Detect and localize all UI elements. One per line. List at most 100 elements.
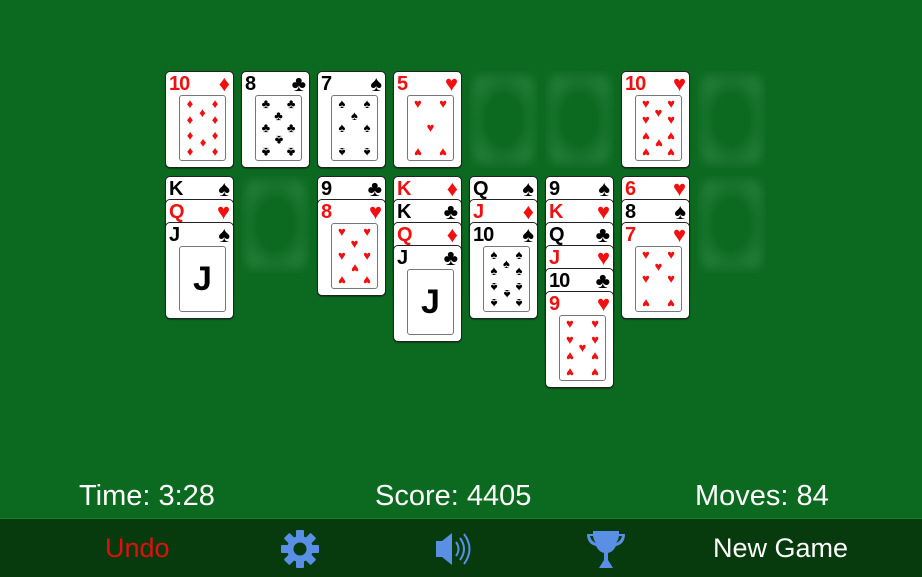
spade-pip-icon: ♠ bbox=[338, 145, 346, 161]
card-rank: Q bbox=[169, 201, 185, 223]
spade-icon: ♠ bbox=[522, 176, 534, 201]
heart-pip-icon: ♥ bbox=[439, 145, 447, 161]
card-rank: J bbox=[397, 247, 408, 269]
heart-pip-icon: ♥ bbox=[566, 315, 574, 331]
card-5-of-hearts[interactable]: 5 ♥ ♥ ♥ ♥ ♥ ♥ bbox=[393, 71, 462, 168]
undo-button[interactable]: Undo bbox=[105, 519, 170, 577]
new-game-button[interactable]: New Game bbox=[713, 519, 848, 577]
time-display: Time: 3:28 bbox=[79, 480, 215, 512]
sound-button[interactable] bbox=[434, 529, 474, 569]
spade-pip-icon: ♠ bbox=[515, 262, 523, 278]
leaderboard-button[interactable] bbox=[585, 529, 625, 569]
club-icon: ♣ bbox=[595, 222, 610, 247]
card-7-of-hearts[interactable]: 7 ♥ ♥ ♥ ♥ ♥ ♥ ♥ ♥ bbox=[621, 222, 690, 319]
heart-icon: ♥ bbox=[216, 199, 230, 224]
card-rank: 8 bbox=[321, 201, 332, 223]
card-rank: J bbox=[169, 224, 180, 246]
card-rank: J bbox=[549, 247, 560, 269]
moves-display: Moves: 84 bbox=[695, 480, 829, 512]
spade-pip-icon: ♠ bbox=[363, 120, 371, 135]
card-10-of-diamonds[interactable]: 10 ♦ ♦ ♦ ♦ ♦ ♦ ♦ ♦ ♦ ♦ ♦ bbox=[165, 71, 234, 168]
club-pip-icon: ♣ bbox=[261, 120, 271, 135]
heart-pip-icon: ♥ bbox=[363, 273, 371, 289]
score-display: Score: 4405 bbox=[375, 480, 532, 512]
card-rank: 9 bbox=[549, 293, 560, 315]
heart-icon: ♥ bbox=[444, 71, 458, 96]
stats-bar: Time: 3:28 Score: 4405 Moves: 84 bbox=[0, 474, 922, 518]
club-pip-icon: ♣ bbox=[286, 145, 296, 161]
court-face: J bbox=[421, 283, 440, 321]
card-rank: 9 bbox=[549, 178, 560, 200]
bottom-toolbar: Undo New Game bbox=[0, 518, 922, 577]
diamond-icon: ♦ bbox=[446, 222, 458, 247]
court-face: J bbox=[193, 260, 212, 298]
card-face: ♥ ♥ ♥ ♥ ♥ ♥ ♥ ♥ ♥ bbox=[559, 315, 606, 381]
club-pip-icon: ♣ bbox=[286, 95, 296, 111]
card-10-of-spades[interactable]: 10 ♠ ♠ ♠ ♠ ♠ ♠ ♠ ♠ ♠ ♠ ♠ bbox=[469, 222, 538, 319]
diamond-icon: ♦ bbox=[446, 176, 458, 201]
card-rank: 10 bbox=[169, 73, 190, 95]
card-rank: K bbox=[397, 178, 411, 200]
heart-pip-icon: ♥ bbox=[667, 271, 675, 286]
diamond-pip-icon: ♦ bbox=[211, 129, 219, 145]
spade-pip-icon: ♠ bbox=[515, 280, 523, 296]
card-rank: 8 bbox=[245, 73, 256, 95]
card-rank: 9 bbox=[321, 178, 332, 200]
card-face: ♥ ♥ ♥ ♥ ♥ ♥ ♥ ♥ ♥ ♥ bbox=[635, 95, 682, 161]
card-8-of-hearts[interactable]: 8 ♥ ♥ ♥ ♥ ♥ ♥ ♥ ♥ ♥ bbox=[317, 199, 386, 296]
card-jack-of-clubs[interactable]: J ♣ J bbox=[393, 245, 462, 342]
spade-pip-icon: ♠ bbox=[515, 246, 523, 262]
heart-pip-icon: ♥ bbox=[566, 365, 574, 381]
heart-icon: ♥ bbox=[672, 176, 686, 201]
heart-pip-icon: ♥ bbox=[667, 145, 675, 161]
tableau-column-8-empty[interactable] bbox=[697, 176, 766, 273]
trophy-icon bbox=[587, 531, 625, 568]
spade-pip-icon: ♠ bbox=[490, 262, 498, 278]
card-rank: J bbox=[473, 201, 484, 223]
card-rank: 7 bbox=[321, 73, 332, 95]
card-face: J bbox=[179, 246, 226, 312]
card-10-of-hearts[interactable]: 10 ♥ ♥ ♥ ♥ ♥ ♥ ♥ ♥ ♥ ♥ ♥ bbox=[621, 71, 690, 168]
club-icon: ♣ bbox=[291, 71, 306, 96]
card-7-of-spades[interactable]: 7 ♠ ♠ ♠ ♠ ♠ ♠ ♠ ♠ bbox=[317, 71, 386, 168]
spade-icon: ♠ bbox=[598, 176, 610, 201]
spade-icon: ♠ bbox=[370, 71, 382, 96]
club-icon: ♣ bbox=[443, 199, 458, 224]
club-pip-icon: ♣ bbox=[261, 145, 271, 161]
heart-pip-icon: ♥ bbox=[414, 145, 422, 161]
card-rank: Q bbox=[473, 178, 489, 200]
card-9-of-hearts[interactable]: 9 ♥ ♥ ♥ ♥ ♥ ♥ ♥ ♥ ♥ ♥ bbox=[545, 291, 614, 388]
speaker-icon bbox=[436, 533, 471, 565]
diamond-pip-icon: ♦ bbox=[186, 145, 194, 161]
heart-pip-icon: ♥ bbox=[642, 271, 650, 286]
heart-pip-icon: ♥ bbox=[338, 273, 346, 289]
card-rank: 5 bbox=[397, 73, 408, 95]
heart-pip-icon: ♥ bbox=[667, 246, 675, 262]
card-rank: 6 bbox=[625, 178, 636, 200]
settings-button[interactable] bbox=[280, 529, 320, 569]
heart-pip-icon: ♥ bbox=[591, 349, 599, 365]
spade-icon: ♠ bbox=[218, 222, 230, 247]
diamond-pip-icon: ♦ bbox=[211, 95, 219, 111]
diamond-icon: ♦ bbox=[218, 71, 230, 96]
card-rank: K bbox=[549, 201, 563, 223]
card-rank: K bbox=[397, 201, 411, 223]
spade-icon: ♠ bbox=[674, 199, 686, 224]
spade-pip-icon: ♠ bbox=[363, 145, 371, 161]
foundation-1-empty[interactable] bbox=[469, 71, 538, 168]
heart-pip-icon: ♥ bbox=[414, 95, 422, 111]
card-face: ♠ ♠ ♠ ♠ ♠ ♠ ♠ bbox=[331, 95, 378, 161]
diamond-icon: ♦ bbox=[522, 199, 534, 224]
card-jack-of-spades[interactable]: J ♠ J bbox=[165, 222, 234, 319]
card-face: J bbox=[407, 269, 454, 335]
spade-pip-icon: ♠ bbox=[363, 95, 371, 111]
spade-pip-icon: ♠ bbox=[338, 120, 346, 135]
club-pip-icon: ♣ bbox=[286, 120, 296, 135]
card-8-of-clubs[interactable]: 8 ♣ ♣ ♣ ♣ ♣ ♣ ♣ ♣ ♣ bbox=[241, 71, 310, 168]
heart-pip-icon: ♥ bbox=[642, 296, 650, 312]
foundation-4-empty[interactable] bbox=[697, 71, 766, 168]
tableau-column-2-empty[interactable] bbox=[241, 176, 310, 273]
diamond-pip-icon: ♦ bbox=[211, 145, 219, 161]
diamond-pip-icon: ♦ bbox=[211, 111, 219, 127]
foundation-2-empty[interactable] bbox=[545, 71, 614, 168]
